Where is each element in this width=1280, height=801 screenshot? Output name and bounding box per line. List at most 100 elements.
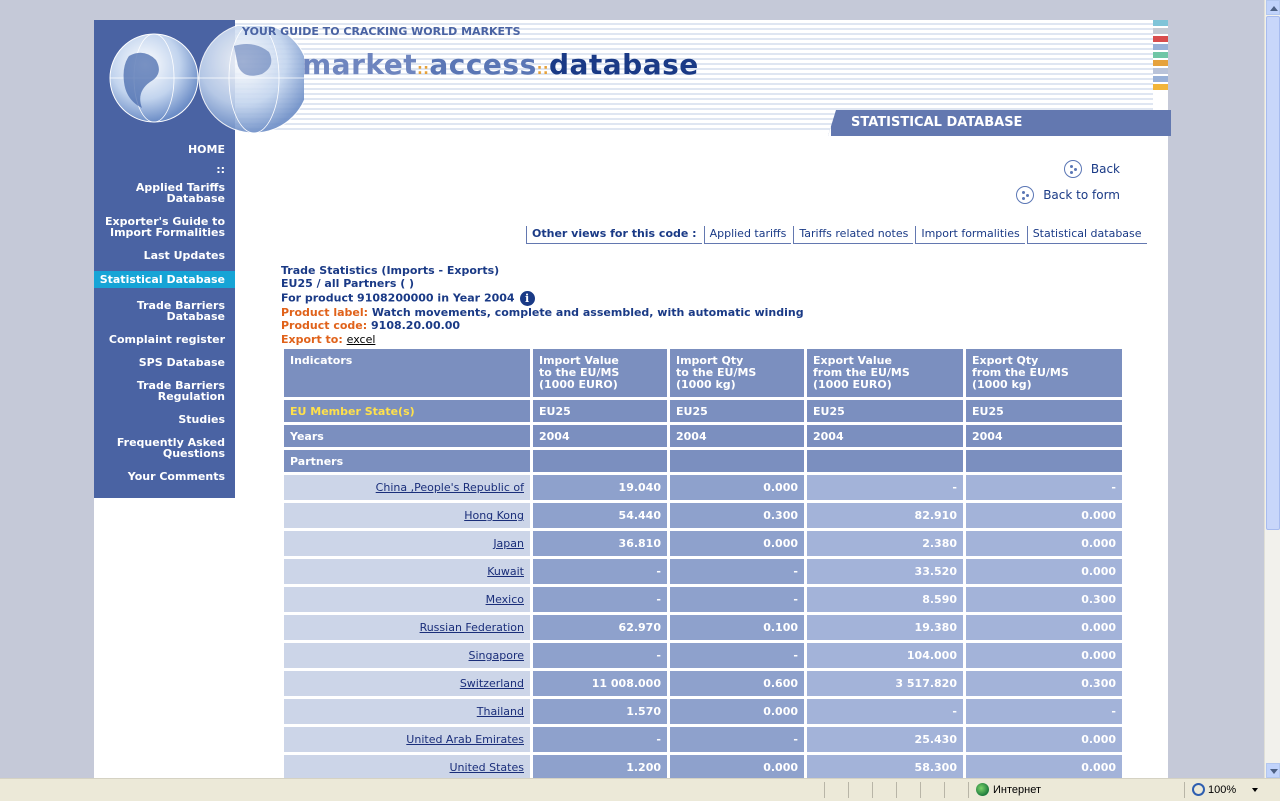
zoom-level: 100% — [1208, 783, 1237, 796]
value-cell: 54.440 — [533, 503, 667, 528]
status-bar: Интернет 100% — [0, 778, 1280, 801]
partner-link[interactable]: China ,People's Republic of — [376, 481, 524, 494]
product-code-value: 9108.20.00.00 — [371, 319, 461, 332]
value-cell: 1.200 — [533, 755, 667, 778]
partner-link[interactable]: Thailand — [477, 705, 524, 718]
color-bar — [1153, 28, 1168, 34]
scroll-down-button[interactable] — [1266, 763, 1280, 778]
member-state-row: EU Member State(s) EU25 EU25 EU25 EU25 — [284, 400, 1122, 422]
sidebar-item-12[interactable]: Your Comments — [95, 471, 235, 482]
partners-label: Partners — [284, 450, 530, 472]
color-bar — [1153, 52, 1168, 58]
other-views-bar: Other views for this code : Applied tari… — [526, 226, 1149, 244]
table-row: Kuwait - -33.520 0.000 — [284, 559, 1122, 584]
value-cell: 0.000 — [670, 475, 804, 500]
other-views-label: Other views for this code : — [526, 226, 702, 244]
partner-link[interactable]: Singapore — [469, 649, 525, 662]
view-link-statistical-database[interactable]: Statistical database — [1026, 226, 1147, 244]
year-value: 2004 — [966, 425, 1122, 447]
member-state-value: EU25 — [670, 400, 804, 422]
value-cell: 82.910 — [807, 503, 963, 528]
value-cell: 0.300 — [966, 587, 1122, 612]
value-cell: 0.600 — [670, 671, 804, 696]
sidebar-item-9[interactable]: Trade Barriers Regulation — [95, 380, 235, 402]
value-cell: 58.300 — [807, 755, 963, 778]
partner-cell: Kuwait — [284, 559, 530, 584]
value-cell: 0.000 — [670, 531, 804, 556]
value-cell: 0.000 — [966, 755, 1122, 778]
partner-cell: Hong Kong — [284, 503, 530, 528]
value-cell: - — [807, 475, 963, 500]
view-link-applied-tariffs[interactable]: Applied tariffs — [703, 226, 792, 244]
sidebar-item-5[interactable]: Statistical Database — [94, 271, 235, 288]
page: YOUR GUIDE TO CRACKING WORLD MARKETS mar… — [94, 20, 1171, 778]
color-bar — [1153, 84, 1168, 90]
member-state-label: EU Member State(s) — [284, 400, 530, 422]
value-cell: 0.100 — [670, 615, 804, 640]
sidebar-item-11[interactable]: Frequently Asked Questions — [95, 437, 235, 459]
sidebar-item-4[interactable]: Last Updates — [95, 250, 235, 261]
view-link-import-formalities[interactable]: Import formalities — [915, 226, 1025, 244]
section-tab: STATISTICAL DATABASE — [828, 110, 1171, 136]
partner-cell: China ,People's Republic of — [284, 475, 530, 500]
sidebar-item-3[interactable]: Exporter's Guide to Import Formalities — [95, 216, 235, 238]
table-header-row: Indicators Import Value to the EU/MS (100… — [284, 349, 1122, 397]
vertical-scrollbar[interactable] — [1264, 0, 1280, 778]
logo-part-access: access — [429, 48, 537, 81]
view-link-tariffs-related-notes[interactable]: Tariffs related notes — [793, 226, 914, 244]
partner-link[interactable]: Japan — [493, 537, 524, 550]
years-row: Years 2004 2004 2004 2004 — [284, 425, 1122, 447]
member-state-value: EU25 — [533, 400, 667, 422]
sidebar: HOME:: Applied Tariffs DatabaseExporter's… — [94, 136, 235, 498]
header: YOUR GUIDE TO CRACKING WORLD MARKETS mar… — [94, 20, 1171, 136]
partner-link[interactable]: Russian Federation — [420, 621, 524, 634]
zoom-control[interactable]: 100% — [1192, 783, 1259, 796]
value-cell: 8.590 — [807, 587, 963, 612]
stats-scope: EU25 / all Partners ( ) — [281, 277, 415, 290]
value-cell: 3 517.820 — [807, 671, 963, 696]
sidebar-item-7[interactable]: Complaint register — [95, 334, 235, 345]
column-header: Import Qty to the EU/MS (1000 kg) — [670, 349, 804, 397]
back-link[interactable]: Back — [1063, 160, 1120, 178]
product-year: For product 9108200000 in Year 2004 — [281, 291, 515, 305]
sidebar-item-10[interactable]: Studies — [95, 414, 235, 425]
chevron-down-icon[interactable] — [1252, 787, 1259, 792]
sidebar-item-0[interactable]: HOME — [95, 144, 235, 155]
partner-cell: United States — [284, 755, 530, 778]
share-circle-icon — [1063, 160, 1082, 178]
partners-empty-cell — [533, 450, 667, 472]
value-cell: 0.000 — [966, 503, 1122, 528]
value-cell: - — [533, 643, 667, 668]
partner-cell: United Arab Emirates — [284, 727, 530, 752]
value-cell: 0.300 — [670, 503, 804, 528]
sidebar-item-8[interactable]: SPS Database — [95, 357, 235, 368]
value-cell: - — [670, 643, 804, 668]
info-icon[interactable]: i — [519, 291, 535, 306]
sidebar-item-1[interactable]: :: — [95, 164, 235, 175]
partner-link[interactable]: Switzerland — [460, 677, 524, 690]
partner-link[interactable]: Mexico — [486, 593, 524, 606]
partner-link[interactable]: Hong Kong — [464, 509, 524, 522]
export-excel-link[interactable]: excel — [347, 333, 376, 346]
back-to-form-link[interactable]: Back to form — [1016, 186, 1120, 204]
table-row: United States 1.200 0.000 58.300 0.000 — [284, 755, 1122, 778]
partner-cell: Russian Federation — [284, 615, 530, 640]
sidebar-item-6[interactable]: Trade Barriers Database — [95, 300, 235, 322]
partner-link[interactable]: United States — [450, 761, 525, 774]
site-logo[interactable]: market::access::database — [302, 48, 699, 81]
table-row: China ,People's Republic of 19.040 0.000- - — [284, 475, 1122, 500]
member-state-value: EU25 — [807, 400, 963, 422]
sidebar-item-2[interactable]: Applied Tariffs Database — [95, 182, 235, 204]
scroll-thumb[interactable] — [1266, 16, 1280, 530]
partner-cell: Thailand — [284, 699, 530, 724]
scroll-up-button[interactable] — [1266, 0, 1280, 15]
value-cell: 2.380 — [807, 531, 963, 556]
value-cell: 0.000 — [966, 615, 1122, 640]
partner-cell: Mexico — [284, 587, 530, 612]
partner-link[interactable]: Kuwait — [487, 565, 524, 578]
partners-empty-cell — [670, 450, 804, 472]
export-label: Export to: — [281, 333, 343, 346]
color-bar — [1153, 68, 1168, 74]
partner-link[interactable]: United Arab Emirates — [406, 733, 524, 746]
value-cell: 1.570 — [533, 699, 667, 724]
